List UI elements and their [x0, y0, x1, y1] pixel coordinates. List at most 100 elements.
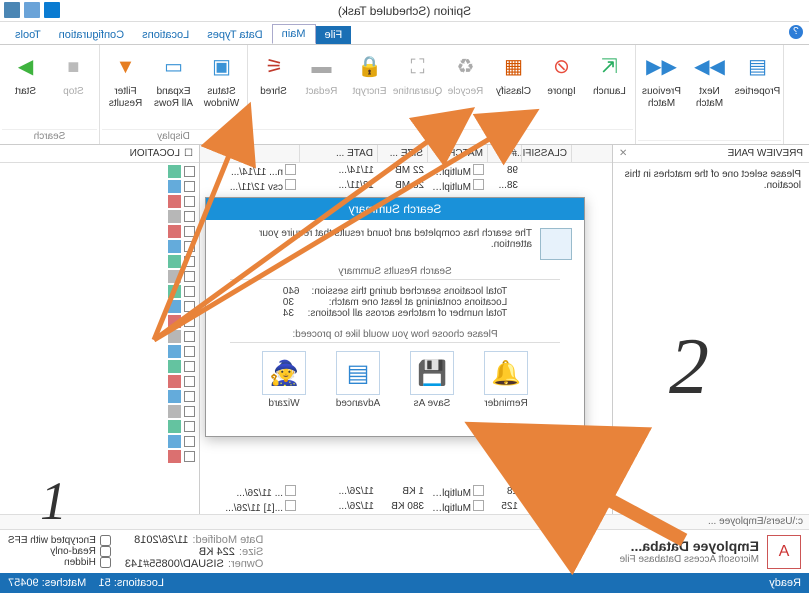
previous-match-button[interactable]: ◀◀ Previous Match: [638, 49, 685, 111]
file-metadata: A Employee Databa... Microsoft Access Da…: [0, 530, 809, 573]
table-row[interactable]: ...[1] 11/26/... 11/26/... 380 KB Multip…: [200, 499, 612, 514]
title-bar: Spirion (Scheduled Task): [0, 0, 809, 22]
tree-item[interactable]: [4, 224, 195, 239]
start-button[interactable]: ▶ Start: [2, 49, 49, 100]
quarantine-button[interactable]: ⛶ Quarantine: [394, 49, 441, 100]
status-window-button[interactable]: ▣ Status Window: [198, 49, 245, 111]
dialog-message: The search has completed and found resul…: [218, 228, 532, 250]
status-bar: Ready Locations: 51 Matches: 90457: [0, 573, 809, 593]
search-result-icon: [540, 228, 572, 260]
ribbon-tabs: File Main Data Types Locations Configura…: [0, 22, 809, 45]
play-icon: ▶: [10, 51, 42, 83]
wizard-option[interactable]: 🧙Wizard: [254, 351, 314, 409]
stop-button[interactable]: ■ Stop: [50, 49, 97, 100]
ribbon-group-actions: ⚟ Shred ▬ Redact 🔒 Encrypt ⛶ Quarantine …: [248, 45, 636, 144]
tree-item[interactable]: [4, 389, 195, 404]
tab-tools[interactable]: Tools: [6, 26, 50, 44]
tree-item[interactable]: [4, 404, 195, 419]
ribbon-group-display: ▼ Filter Results ▭ Expand All Rows ▣ Sta…: [100, 45, 248, 144]
tree-item[interactable]: [4, 329, 195, 344]
titlebar-icons: [4, 2, 60, 18]
ribbon: ▶ Start ■ Stop Search ▼ Filter Results ▭…: [0, 45, 809, 145]
preview-pane: PREVIEW PANE ✕ Please select one of the …: [612, 145, 809, 514]
shred-button[interactable]: ⚟ Shred: [250, 49, 297, 100]
hidden-checkbox[interactable]: Hidden: [8, 557, 111, 568]
annotation-one: 1: [40, 470, 67, 532]
properties-button[interactable]: ▤ Properties: [734, 49, 781, 100]
tree-item[interactable]: [4, 254, 195, 269]
encrypt-button[interactable]: 🔒 Encrypt: [346, 49, 393, 100]
table-row[interactable]: n... 11/14/... 11/14/... 22 MB Multiple …: [200, 163, 612, 178]
filter-button[interactable]: ▼ Filter Results: [102, 49, 149, 111]
classify-button[interactable]: ▦ Classify: [490, 49, 537, 100]
reminder-option[interactable]: 🔔Reminder: [476, 351, 536, 409]
table-header: DATE ... SIZE ... MATCH # CLASSIFI...: [200, 145, 612, 163]
prev-icon: ◀◀: [646, 51, 678, 83]
file-path-bar: c:\Users\Employee ...: [0, 514, 809, 530]
help-icon[interactable]: ?: [789, 25, 803, 39]
launch-button[interactable]: ⇱ Launch: [586, 49, 633, 100]
tree-item[interactable]: [4, 239, 195, 254]
filename: Employee Databa...: [263, 538, 759, 554]
tree-item[interactable]: [4, 209, 195, 224]
export-icon[interactable]: [4, 2, 20, 18]
tab-main[interactable]: Main: [272, 24, 316, 44]
tree-header: ☐ LOCATION: [0, 145, 199, 163]
dialog-choose: Please choose how you would like to proc…: [230, 329, 560, 343]
expand-button[interactable]: ▭ Expand All Rows: [150, 49, 197, 111]
tab-configuration[interactable]: Configuration: [50, 26, 133, 44]
preview-header: PREVIEW PANE: [728, 148, 803, 159]
tree-item[interactable]: [4, 434, 195, 449]
tree-item[interactable]: [4, 269, 195, 284]
table-row[interactable]: csv 12/11/... 12/11/... 28 MB Multiple M…: [200, 178, 612, 193]
close-icon[interactable]: ✕: [619, 148, 627, 159]
status-ready: Ready: [769, 577, 801, 589]
efs-checkbox[interactable]: Encrypted with EFS: [8, 535, 111, 546]
tree-item[interactable]: [4, 194, 195, 209]
readonly-checkbox[interactable]: Read-only: [8, 546, 111, 557]
save-icon[interactable]: [44, 2, 60, 18]
print-icon[interactable]: [24, 2, 40, 18]
shred-icon: ⚟: [258, 51, 290, 83]
tab-file[interactable]: File: [316, 26, 352, 44]
tree-item[interactable]: [4, 299, 195, 314]
location-tree: ☐ LOCATION: [0, 145, 200, 514]
quarantine-icon: ⛶: [402, 51, 434, 83]
ignore-button[interactable]: ⊘ Ignore: [538, 49, 585, 100]
tree-item[interactable]: [4, 359, 195, 374]
col-class[interactable]: CLASSIFI...: [522, 145, 572, 162]
next-icon: ▶▶: [694, 51, 726, 83]
saveas-option[interactable]: 💾Save As: [402, 351, 462, 409]
tree-item[interactable]: [4, 449, 195, 464]
col-num[interactable]: #: [488, 145, 522, 162]
tree-item[interactable]: [4, 419, 195, 434]
dialog-stats: Total locations searched during this ses…: [283, 286, 507, 319]
dialog-title: Search Summary: [206, 198, 584, 220]
search-summary-dialog: Search Summary The search has completed …: [205, 197, 585, 437]
col-size[interactable]: SIZE ...: [378, 145, 428, 162]
tree-item[interactable]: [4, 164, 195, 179]
col-date[interactable]: DATE ...: [300, 145, 378, 162]
file-type-icon: A: [767, 535, 801, 569]
tree-body[interactable]: [0, 163, 199, 465]
tree-item[interactable]: [4, 284, 195, 299]
ignore-icon: ⊘: [546, 51, 578, 83]
stop-icon: ■: [58, 51, 90, 83]
advanced-option[interactable]: ▤Advanced: [328, 351, 388, 409]
table-row[interactable]: ... 11/26/... 11/26/... 1 KB Multiple Ma…: [200, 484, 612, 499]
expand-icon: ▭: [158, 51, 190, 83]
tree-item[interactable]: [4, 314, 195, 329]
classify-icon: ▦: [498, 51, 530, 83]
window-icon: ▣: [206, 51, 238, 83]
col-match[interactable]: MATCH: [428, 145, 488, 162]
next-match-button[interactable]: ▶▶ Next Match: [686, 49, 733, 111]
tab-datatypes[interactable]: Data Types: [198, 26, 271, 44]
launch-icon: ⇱: [594, 51, 626, 83]
tree-item[interactable]: [4, 344, 195, 359]
redact-button[interactable]: ▬ Redact: [298, 49, 345, 100]
tree-item[interactable]: [4, 179, 195, 194]
tab-locations[interactable]: Locations: [133, 26, 198, 44]
recycle-button[interactable]: ♻ Recycle: [442, 49, 489, 100]
properties-icon: ▤: [742, 51, 774, 83]
tree-item[interactable]: [4, 374, 195, 389]
